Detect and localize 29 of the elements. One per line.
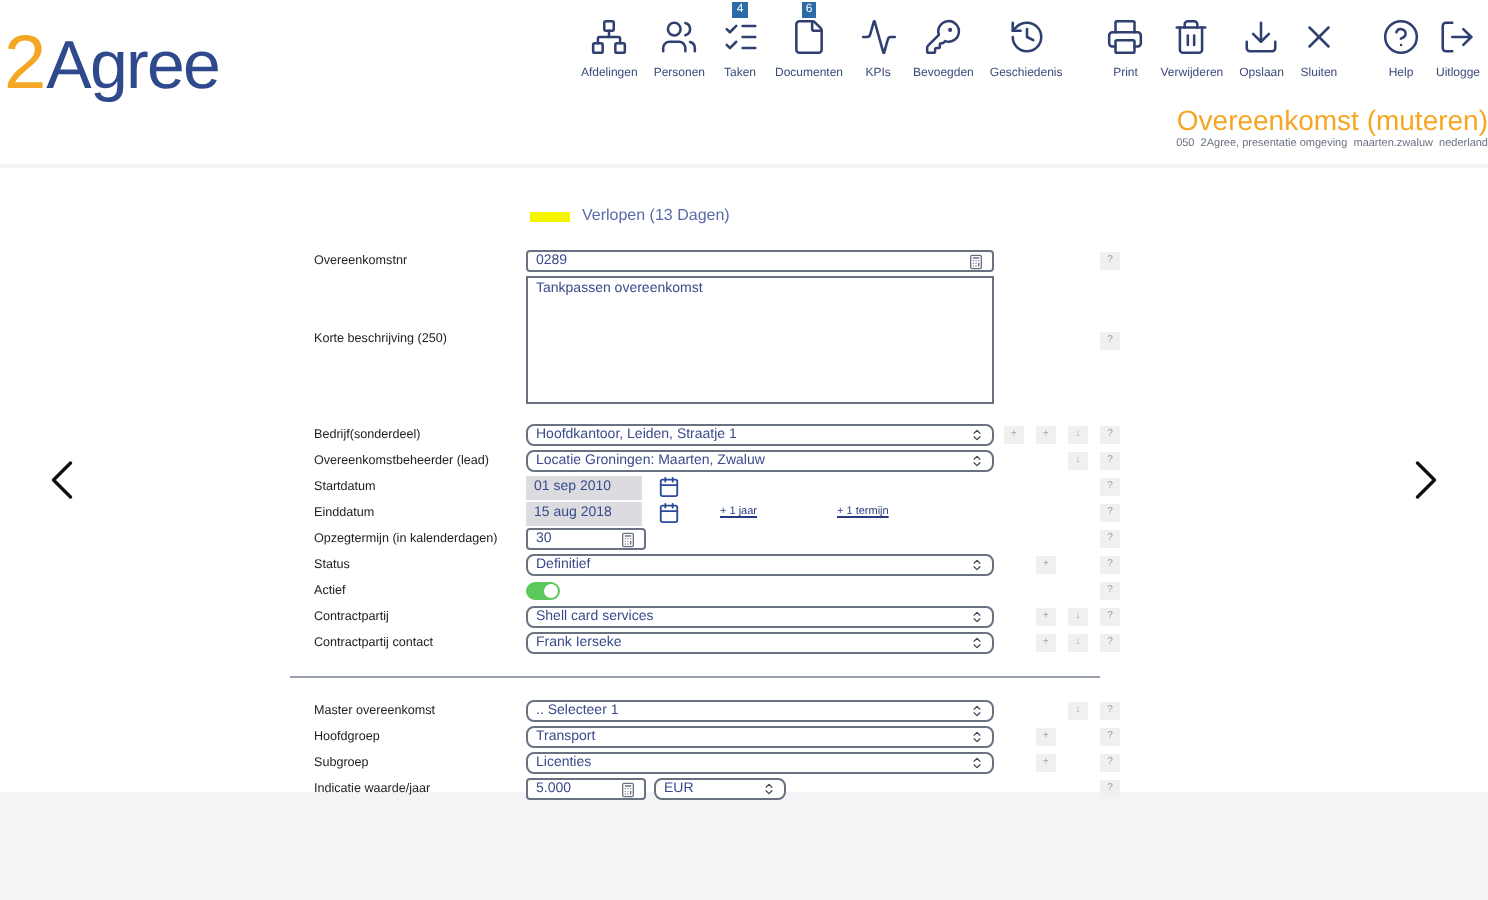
toggle-switch[interactable] xyxy=(526,582,560,600)
updown-icon xyxy=(970,558,984,572)
updown-icon xyxy=(970,704,984,718)
calendar-icon[interactable] xyxy=(658,476,680,498)
updown-icon xyxy=(970,730,984,744)
history-icon xyxy=(1007,18,1046,56)
calendar-icon[interactable] xyxy=(658,502,680,524)
status-text: Verlopen (13 Dagen) xyxy=(582,204,730,228)
updown-icon xyxy=(970,756,984,770)
updown-icon xyxy=(970,454,984,468)
help-icon xyxy=(1381,18,1420,56)
pulse-icon xyxy=(859,18,898,56)
key-icon xyxy=(924,18,963,56)
hierarchy-icon xyxy=(590,18,629,56)
calculator-icon[interactable] xyxy=(968,253,984,269)
trash-icon xyxy=(1172,18,1211,56)
page-title: Overeenkomst (muteren) xyxy=(1176,104,1488,136)
print-icon xyxy=(1106,18,1145,56)
users-icon xyxy=(660,18,699,56)
logo[interactable]: 2Agree xyxy=(4,24,220,104)
updown-icon xyxy=(970,636,984,650)
updown-icon xyxy=(762,782,776,796)
download-icon xyxy=(1242,18,1281,56)
calculator-icon[interactable] xyxy=(620,781,636,797)
logout-icon xyxy=(1438,18,1477,56)
updown-icon xyxy=(970,610,984,624)
updown-icon xyxy=(970,428,984,442)
document-icon xyxy=(790,18,829,56)
calculator-icon[interactable] xyxy=(620,531,636,547)
